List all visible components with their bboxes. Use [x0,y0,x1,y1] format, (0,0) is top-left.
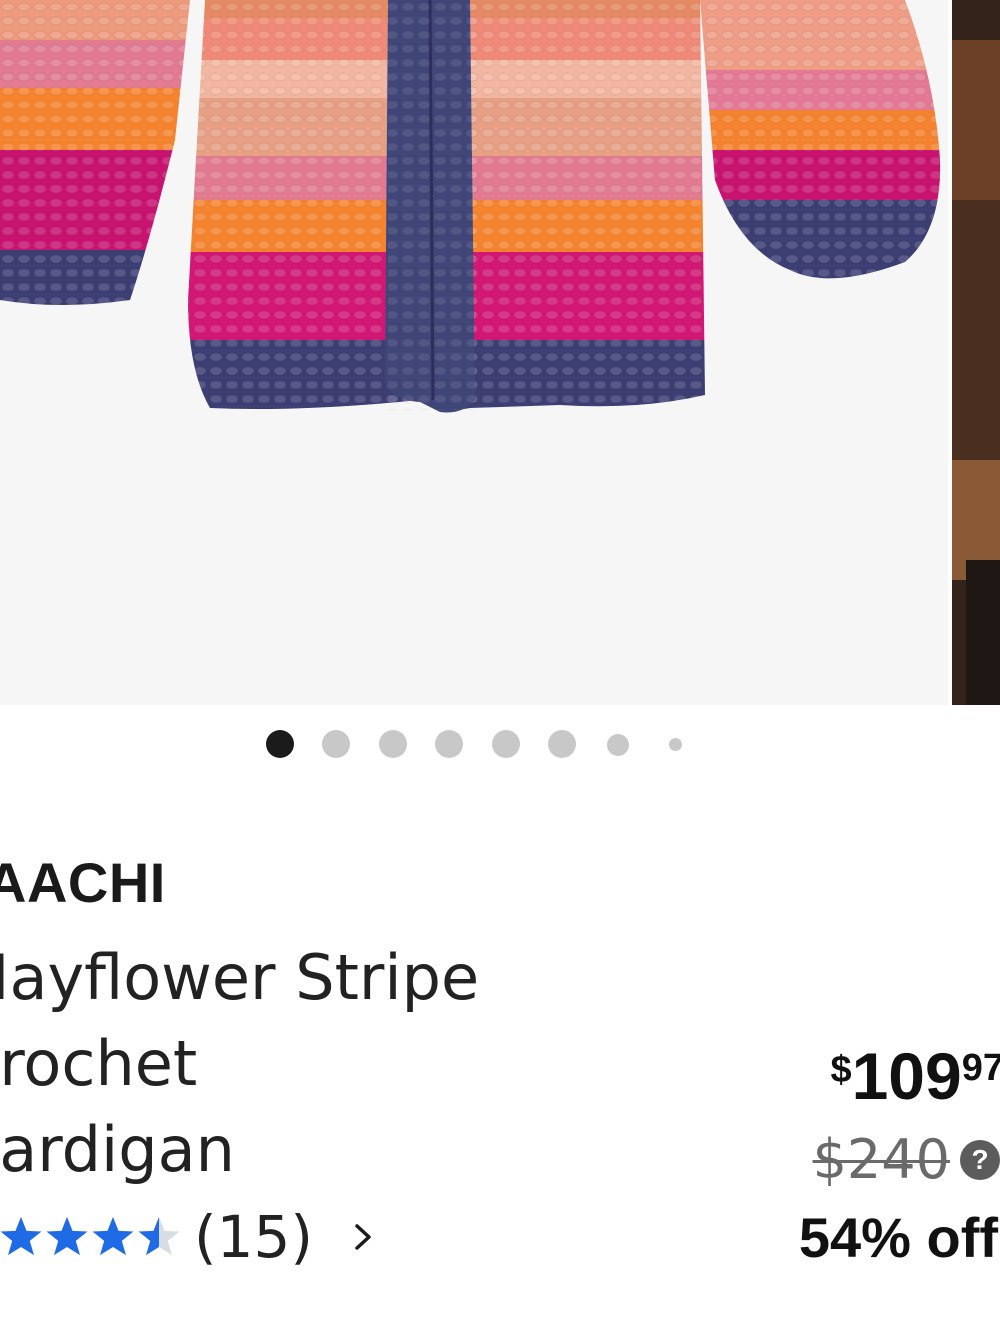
star-rating [0,1215,182,1259]
cardigan-photo [0,0,941,413]
pagination-dot-2[interactable] [322,730,350,758]
chevron-right-icon[interactable] [353,1220,375,1254]
star-icon [46,1216,88,1256]
next-photo-peek [952,0,1000,705]
price-currency: $ [830,1049,852,1091]
pagination-dot-5[interactable] [492,730,520,758]
compare-at-price: $240 [812,1128,950,1191]
help-icon[interactable]: ? [960,1139,1000,1180]
review-count[interactable]: (15) [194,1203,313,1271]
pagination-dot-3[interactable] [379,730,407,758]
pagination-dot-6[interactable] [548,730,576,758]
product-title-line-2: Crochet [0,1027,198,1100]
star-icon [0,1216,42,1256]
pagination-dot-1[interactable] [266,730,294,758]
price-whole: 109 [851,1039,962,1113]
star-icon [92,1216,134,1256]
product-image[interactable] [0,0,948,705]
star-half-icon [138,1216,180,1256]
price-cents: 97 [961,1047,1000,1089]
product-title: Mayflower Stripe Crochet Cardigan [0,935,596,1193]
product-title-line-3: Cardigan [0,1113,235,1186]
gallery-pagination [0,728,1000,760]
compare-at-price-row: $240 ? [813,1128,1000,1191]
product-title-line-1: Mayflower Stripe [0,941,480,1014]
discount-label: 54% off [798,1206,998,1269]
image-gallery[interactable] [0,0,1000,705]
next-product-image[interactable] [952,0,1000,705]
rating-summary[interactable]: (15) [0,1200,375,1274]
pagination-dot-4[interactable] [435,730,463,758]
pagination-dot-8[interactable] [669,738,682,751]
brand-name[interactable]: AACHI [0,850,166,915]
sale-price: $ 109 97 [830,1040,1000,1112]
pagination-dot-7[interactable] [607,734,629,756]
